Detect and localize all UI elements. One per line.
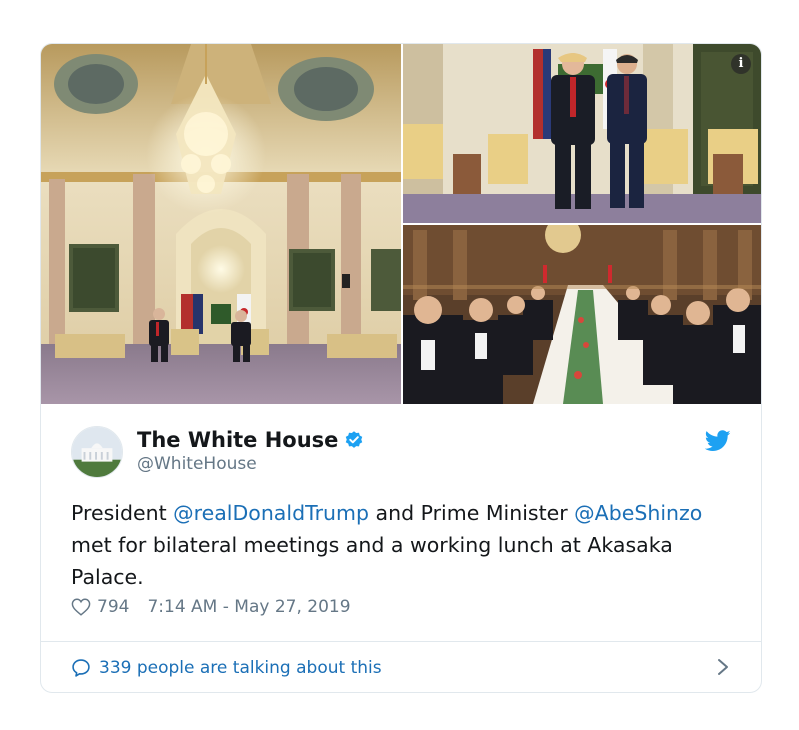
talking-text: 339 people are talking about this bbox=[99, 658, 382, 678]
media-grid: i bbox=[41, 44, 761, 404]
tweet-timestamp[interactable]: 7:14 AM - May 27, 2019 bbox=[147, 597, 350, 617]
tweet-text-part1: President bbox=[71, 501, 174, 525]
divider bbox=[41, 641, 761, 642]
tweet-header: The White House @WhiteHouse bbox=[71, 426, 733, 482]
chevron-right-icon[interactable] bbox=[717, 658, 729, 676]
tweet-card[interactable]: i The White House @WhiteHouse President … bbox=[40, 43, 762, 693]
talking-link[interactable]: 339 people are talking about this bbox=[71, 654, 731, 682]
info-icon[interactable]: i bbox=[731, 54, 751, 74]
avatar[interactable] bbox=[71, 426, 123, 478]
mention-link-realdonaldtrump[interactable]: @realDonaldTrump bbox=[173, 501, 369, 525]
twitter-bird-icon[interactable] bbox=[705, 430, 731, 452]
author-handle[interactable]: @WhiteHouse bbox=[137, 454, 257, 474]
heart-icon[interactable] bbox=[71, 598, 91, 616]
author-name-text: The White House bbox=[137, 428, 339, 452]
tweet-text-part2: and Prime Minister bbox=[369, 501, 575, 525]
tweet-text-part3: met for bilateral meetings and a working… bbox=[71, 533, 673, 589]
author-name[interactable]: The White House bbox=[137, 428, 364, 452]
photo-working-lunch[interactable] bbox=[403, 225, 761, 404]
tweet-text: President @realDonaldTrump and Prime Min… bbox=[71, 497, 731, 593]
like-count[interactable]: 794 bbox=[97, 597, 129, 617]
photo-leaders-standing[interactable]: i bbox=[403, 44, 761, 223]
tweet-meta: 794 7:14 AM - May 27, 2019 bbox=[71, 597, 351, 617]
mention-link-abeshinzo[interactable]: @AbeShinzo bbox=[574, 501, 702, 525]
photo-palace-hall[interactable] bbox=[41, 44, 401, 404]
speech-bubble-icon bbox=[72, 659, 90, 677]
verified-badge-icon bbox=[346, 431, 363, 448]
